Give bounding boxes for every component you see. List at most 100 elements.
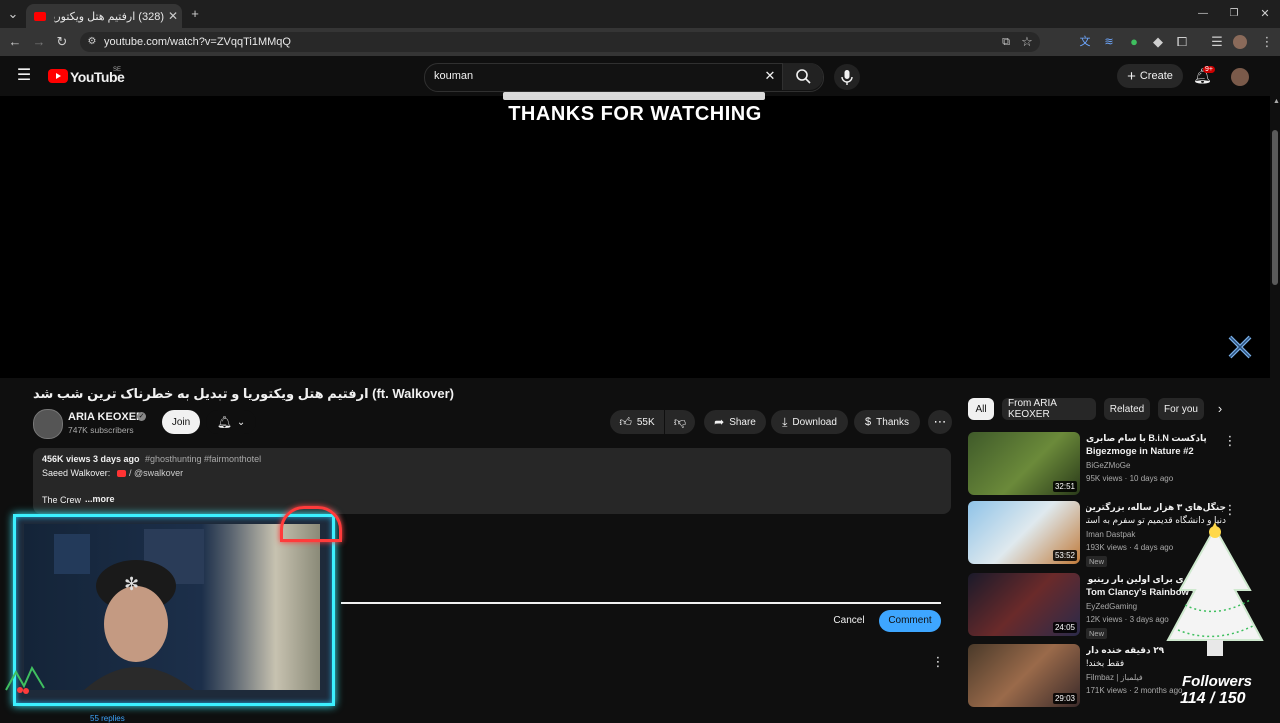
guide-menu-icon[interactable]: ☰: [15, 67, 33, 85]
rec-thumbnail-4[interactable]: 29:03: [968, 644, 1080, 707]
translate-extension-icon[interactable]: 文: [1076, 33, 1094, 51]
profile-avatar[interactable]: [1233, 35, 1247, 49]
thanks-label: Thanks: [876, 416, 909, 428]
rec-meta-3: 12K views · 3 days ago: [1086, 615, 1169, 624]
rec-channel-4[interactable]: Filmbaz | فیلمباز: [1086, 673, 1143, 682]
window-close-icon[interactable]: ✕: [1256, 5, 1274, 23]
bookmark-star-icon[interactable]: ☆: [1018, 33, 1036, 51]
clear-search-icon[interactable]: ✕: [761, 67, 779, 85]
like-button[interactable]: 👍︎ 55K: [610, 410, 664, 434]
shield-extension-icon[interactable]: ◆: [1149, 33, 1167, 51]
channel-avatar[interactable]: [33, 409, 63, 439]
video-player[interactable]: [0, 96, 1270, 378]
join-button[interactable]: Join: [162, 410, 200, 434]
comment-submit-button[interactable]: Comment: [879, 610, 941, 632]
duration-4: 29:03: [1052, 693, 1077, 704]
download-button[interactable]: ⤓ Download: [771, 410, 848, 434]
cancel-button[interactable]: Cancel: [828, 611, 870, 631]
channel-name[interactable]: ARIA KEOXER: [68, 411, 144, 423]
tab-search-icon[interactable]: ⌄: [4, 5, 22, 23]
maximize-icon[interactable]: ❐: [1225, 5, 1243, 23]
microphone-icon: [841, 70, 853, 85]
rec-title-1[interactable]: پادکست B.i.N با سام صابری: [1086, 433, 1226, 444]
site-info-icon[interactable]: ⚙: [83, 33, 101, 51]
walkover-handle-link[interactable]: / @swalkover: [129, 468, 183, 478]
bell-icon: 🔔︎: [216, 415, 232, 429]
share-button[interactable]: ➦ Share: [704, 410, 766, 434]
account-avatar[interactable]: [1231, 68, 1249, 86]
like-count: 55K: [636, 416, 655, 428]
rec-menu-icon-2[interactable]: ⋮: [1221, 501, 1239, 519]
plus-icon: +: [1127, 67, 1136, 85]
channel-watermark-icon[interactable]: [1228, 335, 1252, 359]
comment-menu-icon[interactable]: ⋮: [929, 653, 947, 671]
super-thanks-icon: $: [865, 416, 872, 428]
region-code: SE: [113, 67, 122, 73]
join-label: Join: [171, 416, 191, 428]
download-label: Download: [792, 416, 837, 428]
overlay-persian-text-cropped: [503, 92, 765, 100]
search-button[interactable]: [782, 63, 823, 90]
more-actions-button[interactable]: ⋯: [928, 410, 952, 434]
description-crew: The Crew: [42, 495, 82, 505]
followers-label: Followers: [1182, 673, 1253, 690]
thumbs-up-icon: 👍︎: [619, 414, 632, 429]
reading-list-icon[interactable]: ☰: [1208, 33, 1226, 51]
notification-count-badge: 9+: [1203, 66, 1215, 73]
create-button[interactable]: + Create: [1117, 64, 1183, 88]
address-url[interactable]: youtube.com/watch?v=ZVqqTi1MMqQ: [104, 36, 291, 48]
back-icon[interactable]: ←: [6, 33, 24, 51]
search-icon: [796, 69, 811, 84]
chip-related[interactable]: Related: [1104, 398, 1150, 420]
browser-tab[interactable]: (328) ارفتیم هتل ویکتوریا و تبدیل ✕: [26, 4, 182, 28]
hashtags[interactable]: #ghosthunting #fairmonthotel: [145, 454, 261, 464]
play-triangle-icon: [56, 73, 61, 79]
chip-for-you[interactable]: For you: [1158, 398, 1204, 420]
minimize-icon[interactable]: —: [1194, 5, 1212, 23]
new-tab-icon[interactable]: +: [186, 5, 204, 23]
audio-extension-icon[interactable]: ≋: [1100, 33, 1118, 51]
chips-next-chevron-icon[interactable]: ›: [1211, 400, 1229, 418]
rec-channel-1[interactable]: BiGeZMoGe: [1086, 461, 1130, 470]
reload-icon[interactable]: ↻: [53, 33, 71, 51]
duration-1: 32:51: [1052, 481, 1077, 492]
install-app-icon[interactable]: ⧉: [997, 33, 1015, 51]
rec-subtitle-1[interactable]: Bigezmoge in Nature #2: [1086, 446, 1226, 457]
youtube-logo-icon[interactable]: [48, 69, 68, 83]
extensions-puzzle-icon[interactable]: ⧠: [1173, 33, 1191, 51]
youtube-favicon-icon: [34, 11, 46, 21]
scrollbar-thumb[interactable]: [1272, 130, 1278, 285]
rec-thumbnail-1[interactable]: 32:51: [968, 432, 1080, 495]
christmas-tree-overlay-icon: [1160, 520, 1270, 670]
rec-channel-2[interactable]: Iman Dastpak: [1086, 530, 1135, 539]
subscription-bell-button[interactable]: 🔔︎ ⌄: [206, 410, 256, 434]
vpn-extension-icon[interactable]: ●: [1125, 33, 1143, 51]
rec-menu-icon-1[interactable]: ⋮: [1221, 432, 1239, 450]
followers-count: 114 / 150: [1180, 690, 1246, 707]
scroll-up-arrow-icon[interactable]: ▲: [1273, 98, 1280, 105]
show-more-link[interactable]: ...more: [85, 494, 115, 504]
rec-meta-1: 95K views · 10 days ago: [1086, 474, 1174, 483]
duration-3: 24:05: [1052, 622, 1077, 633]
chip-all[interactable]: All: [968, 398, 994, 420]
voice-search-button[interactable]: [834, 64, 860, 90]
chevron-down-icon: ⌄: [236, 416, 246, 428]
description-credit: Saeed Walkover:: [42, 468, 111, 478]
comment-input-underline[interactable]: [341, 602, 941, 604]
tab-close-icon[interactable]: ✕: [164, 9, 182, 23]
replies-toggle[interactable]: 55 replies: [90, 714, 125, 723]
share-label: Share: [729, 416, 756, 428]
thanks-button[interactable]: $ Thanks: [854, 410, 920, 434]
webcam-feed: ✻: [24, 524, 320, 690]
rec-meta-4: 171K views · 2 months ago: [1086, 686, 1183, 695]
search-input[interactable]: kouman: [434, 70, 473, 82]
rec-title-2[interactable]: جنگل‌های ۳ هزار ساله، بزرگترین باغ وحش: [1086, 502, 1226, 513]
browser-menu-icon[interactable]: ⋮: [1258, 33, 1276, 51]
forward-icon[interactable]: →: [30, 33, 48, 51]
rec-thumbnail-2[interactable]: 53:52: [968, 501, 1080, 564]
youtube-small-icon: [117, 470, 126, 477]
dislike-button[interactable]: 👎︎: [665, 410, 695, 434]
chip-from-channel[interactable]: From ARIA KEOXER: [1002, 398, 1096, 420]
rec-channel-3[interactable]: EyZedGaming: [1086, 602, 1137, 611]
rec-thumbnail-3[interactable]: 24:05: [968, 573, 1080, 636]
